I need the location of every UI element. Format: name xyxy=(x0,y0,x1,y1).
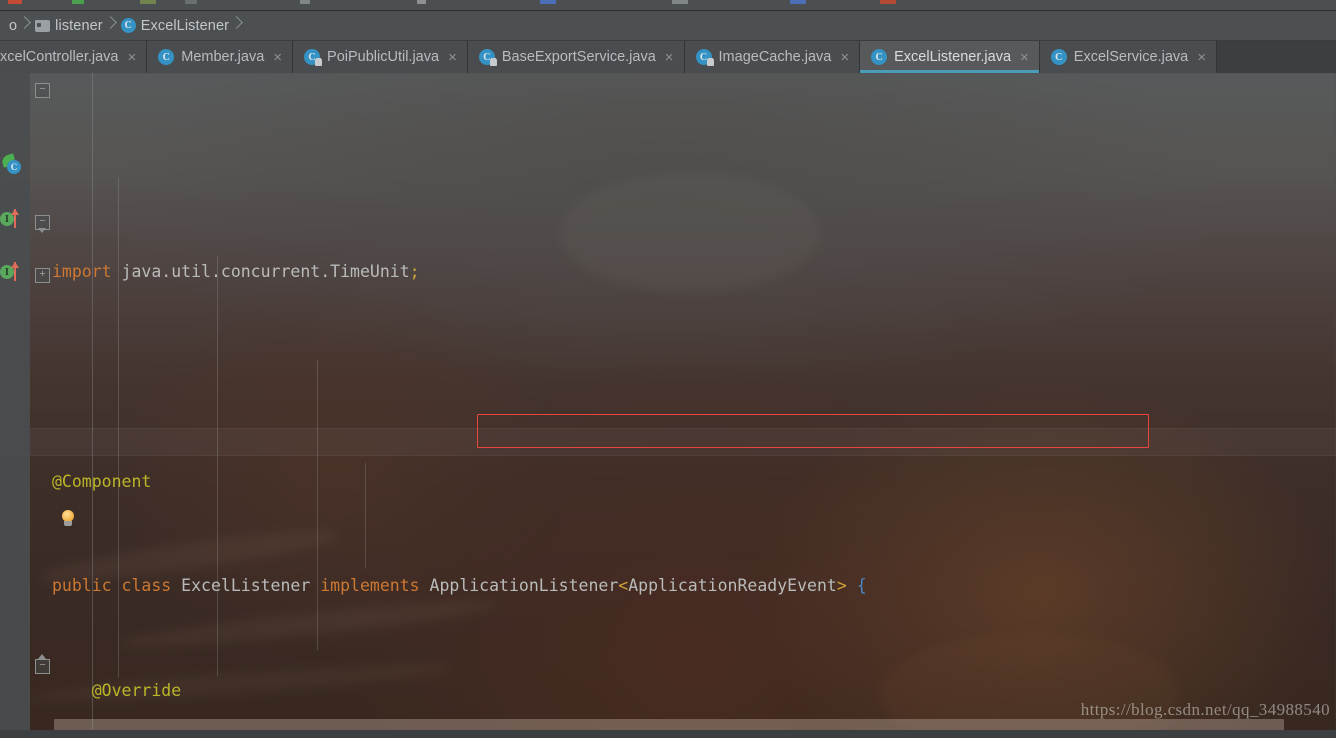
tab-close-icon[interactable]: × xyxy=(446,50,457,65)
code-line: @Component xyxy=(52,471,152,491)
run-icon[interactable] xyxy=(8,0,22,4)
sync-icon[interactable] xyxy=(300,0,310,4)
breadcrumb-item-package[interactable]: listener xyxy=(31,11,105,40)
tab-excellistener[interactable]: C ExcelListener.java × xyxy=(860,41,1040,73)
tab-label: xcelController.java xyxy=(0,49,119,65)
tab-label: PoiPublicUtil.java xyxy=(327,49,440,65)
code-editor[interactable]: C I I − − + − import java.util.concurren… xyxy=(0,73,1336,738)
debug-icon[interactable] xyxy=(72,0,84,4)
breadcrumb: o listener C ExcelListener xyxy=(0,11,1336,41)
breadcrumb-label-module: o xyxy=(9,17,18,34)
code-line: public class ExcelListener implements Ap… xyxy=(52,576,867,596)
settings-icon[interactable] xyxy=(540,0,556,4)
tab-close-icon[interactable]: × xyxy=(271,50,282,65)
code-line: import java.util.concurrent.TimeUnit; xyxy=(52,262,420,282)
tab-close-icon[interactable]: × xyxy=(838,50,849,65)
indent-guide xyxy=(317,360,318,650)
breadcrumb-label-class: ExcelListener xyxy=(140,17,230,34)
class-icon: C xyxy=(120,18,136,33)
breadcrumb-separator-icon xyxy=(105,11,117,40)
horizontal-scrollbar-thumb[interactable] xyxy=(54,719,1284,730)
breadcrumb-item-class[interactable]: C ExcelListener xyxy=(117,11,231,40)
tab-close-icon[interactable]: × xyxy=(663,50,674,65)
breadcrumb-label-package: listener xyxy=(55,17,103,34)
tab-baseexportservice[interactable]: C BaseExportService.java × xyxy=(467,41,685,73)
indent-guide xyxy=(217,256,218,676)
class-locked-icon: C xyxy=(304,49,323,66)
breadcrumb-item-module[interactable]: o xyxy=(0,11,19,40)
status-bar xyxy=(0,730,1336,738)
class-locked-icon: C xyxy=(695,49,714,66)
main-toolbar[interactable] xyxy=(0,0,1336,11)
tab-label: ImageCache.java xyxy=(718,49,832,65)
tab-label: ExcelService.java xyxy=(1073,49,1189,65)
tab-excelservice[interactable]: C ExcelService.java × xyxy=(1039,41,1217,73)
search-everywhere-icon[interactable] xyxy=(417,0,426,4)
class-icon: C xyxy=(158,49,175,65)
breadcrumb-separator-icon xyxy=(19,11,31,40)
build-icon[interactable] xyxy=(185,0,197,4)
editor-tab-bar: xcelController.java × C Member.java × C … xyxy=(0,41,1336,74)
rollback-icon[interactable] xyxy=(880,0,896,4)
class-icon: C xyxy=(871,49,888,65)
tab-excelcontroller[interactable]: xcelController.java × xyxy=(0,41,148,73)
tab-poipublicutil[interactable]: C PoiPublicUtil.java × xyxy=(293,41,468,73)
vcs-update-icon[interactable] xyxy=(672,0,688,4)
tab-label: Member.java xyxy=(181,49,265,65)
tab-close-icon[interactable]: × xyxy=(1195,50,1206,65)
horizontal-scrollbar[interactable] xyxy=(30,719,1336,730)
tab-close-icon[interactable]: × xyxy=(125,50,136,65)
tab-label: ExcelListener.java xyxy=(894,49,1012,65)
indent-guide xyxy=(118,178,119,678)
tab-member[interactable]: C Member.java × xyxy=(147,41,294,73)
tab-label: BaseExportService.java xyxy=(501,49,656,65)
watermark: https://blog.csdn.net/qq_34988540 xyxy=(1080,700,1330,719)
breadcrumb-separator-icon xyxy=(231,11,243,40)
class-icon: C xyxy=(1050,49,1067,65)
class-locked-icon: C xyxy=(478,49,497,66)
folder-icon xyxy=(35,19,51,32)
tab-imagecache[interactable]: C ImageCache.java × xyxy=(684,41,861,73)
tab-close-icon[interactable]: × xyxy=(1018,50,1029,65)
code-content[interactable]: import java.util.concurrent.TimeUnit; @C… xyxy=(30,73,1336,738)
commit-icon[interactable] xyxy=(790,0,806,4)
coverage-icon[interactable] xyxy=(140,0,156,4)
tab-bar-filler xyxy=(1216,41,1336,73)
ide-window: o listener C ExcelListener xcelControlle… xyxy=(0,0,1336,738)
